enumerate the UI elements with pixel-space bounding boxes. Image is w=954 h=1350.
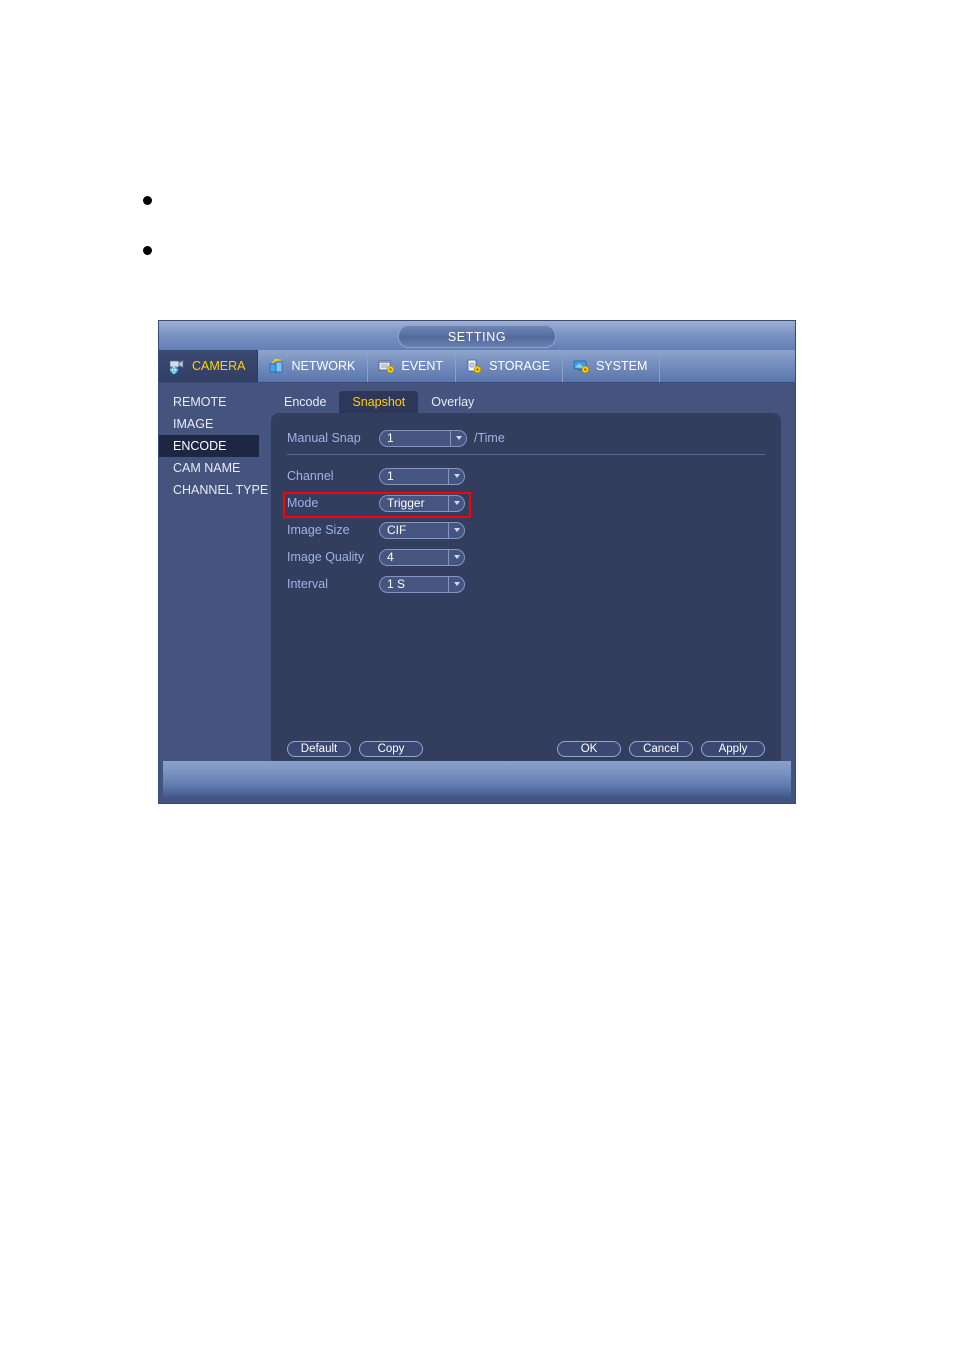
window-title: SETTING	[398, 325, 556, 348]
tab-system-label: SYSTEM	[595, 359, 648, 373]
sidebar-item-channel-type[interactable]: CHANNEL TYPE	[159, 479, 271, 501]
tab-encode[interactable]: Encode	[271, 391, 339, 413]
interval-label: Interval	[287, 577, 328, 591]
image-quality-label: Image Quality	[287, 550, 365, 564]
dvr-setting-window: SETTING CAMERA NETWORK EVENT STORAGE SYS…	[159, 321, 795, 803]
apply-button[interactable]: Apply	[701, 741, 765, 757]
image-size-value: CIF	[387, 523, 407, 537]
row-manual-snap: Manual Snap 1 /Time	[287, 427, 765, 449]
tab-network-label: NETWORK	[291, 359, 356, 373]
event-gear-icon	[377, 358, 396, 375]
snapshot-settings-panel: Manual Snap 1 /Time Channel 1 Mode Trigg…	[271, 413, 781, 768]
window-footer-bar	[163, 761, 791, 799]
sidebar: REMOTE IMAGE ENCODE CAM NAME CHANNEL TYP…	[159, 383, 271, 764]
sidebar-item-cam-name[interactable]: CAM NAME	[159, 457, 271, 479]
system-monitor-gear-icon	[572, 358, 591, 375]
row-interval: Interval 1 S	[287, 573, 765, 595]
default-button[interactable]: Default	[287, 741, 351, 757]
ok-button[interactable]: OK	[557, 741, 621, 757]
channel-label: Channel	[287, 469, 334, 483]
network-switch-icon	[267, 358, 286, 375]
section-divider	[287, 454, 765, 456]
chevron-down-icon[interactable]	[450, 430, 466, 446]
storage-gear-icon	[465, 358, 484, 375]
tab-storage[interactable]: STORAGE	[456, 350, 563, 382]
chevron-down-icon[interactable]	[448, 549, 464, 565]
mode-value: Trigger	[387, 496, 425, 510]
window-body: REMOTE IMAGE ENCODE CAM NAME CHANNEL TYP…	[159, 383, 795, 768]
mode-label: Mode	[287, 496, 319, 510]
channel-dropdown[interactable]: 1	[379, 467, 465, 485]
button-bar: Default Copy OK Cancel Apply	[287, 741, 765, 757]
tab-system[interactable]: SYSTEM	[563, 350, 661, 382]
sub-tabs: Encode Snapshot Overlay	[271, 383, 781, 413]
tab-storage-label: STORAGE	[489, 359, 550, 373]
row-image-quality: Image Quality 4	[287, 546, 765, 568]
camera-globe-icon	[168, 358, 187, 375]
main-nav-tabs: CAMERA NETWORK EVENT STORAGE SYSTEM	[159, 350, 795, 383]
copy-button[interactable]: Copy	[359, 741, 423, 757]
manual-snap-label: Manual Snap	[287, 431, 361, 445]
sidebar-item-encode[interactable]: ENCODE	[159, 435, 259, 457]
row-image-size: Image Size CIF	[287, 519, 765, 541]
tab-event-label: EVENT	[401, 359, 444, 373]
tab-network[interactable]: NETWORK	[258, 350, 369, 382]
cancel-button[interactable]: Cancel	[629, 741, 693, 757]
tab-camera-label: CAMERA	[192, 359, 246, 373]
tab-snapshot[interactable]: Snapshot	[339, 391, 419, 413]
document-bullet	[143, 246, 152, 255]
manual-snap-suffix: /Time	[474, 431, 505, 445]
row-channel: Channel 1	[287, 465, 765, 487]
sidebar-item-image[interactable]: IMAGE	[159, 413, 271, 435]
confirm-button-group: OK Cancel Apply	[549, 741, 765, 757]
manual-snap-value: 1	[387, 431, 394, 445]
interval-value: 1 S	[387, 577, 406, 591]
image-size-label: Image Size	[287, 523, 350, 537]
interval-dropdown[interactable]: 1 S	[379, 575, 465, 593]
mode-dropdown[interactable]: Trigger	[379, 494, 465, 512]
sidebar-item-remote[interactable]: REMOTE	[159, 391, 271, 413]
chevron-down-icon[interactable]	[448, 576, 464, 592]
document-bullet	[143, 196, 152, 205]
window-titlebar: SETTING	[159, 321, 795, 350]
tab-camera[interactable]: CAMERA	[159, 350, 259, 382]
row-mode: Mode Trigger	[283, 492, 765, 518]
image-quality-value: 4	[387, 550, 394, 564]
tab-overlay[interactable]: Overlay	[418, 391, 487, 413]
chevron-down-icon[interactable]	[448, 522, 464, 538]
content-area: Encode Snapshot Overlay Manual Snap 1 /T…	[271, 383, 795, 768]
image-size-dropdown[interactable]: CIF	[379, 521, 465, 539]
tab-event[interactable]: EVENT	[368, 350, 457, 382]
channel-value: 1	[387, 469, 394, 483]
chevron-down-icon[interactable]	[448, 495, 464, 511]
manual-snap-dropdown[interactable]: 1	[379, 429, 467, 447]
image-quality-dropdown[interactable]: 4	[379, 548, 465, 566]
chevron-down-icon[interactable]	[448, 468, 464, 484]
